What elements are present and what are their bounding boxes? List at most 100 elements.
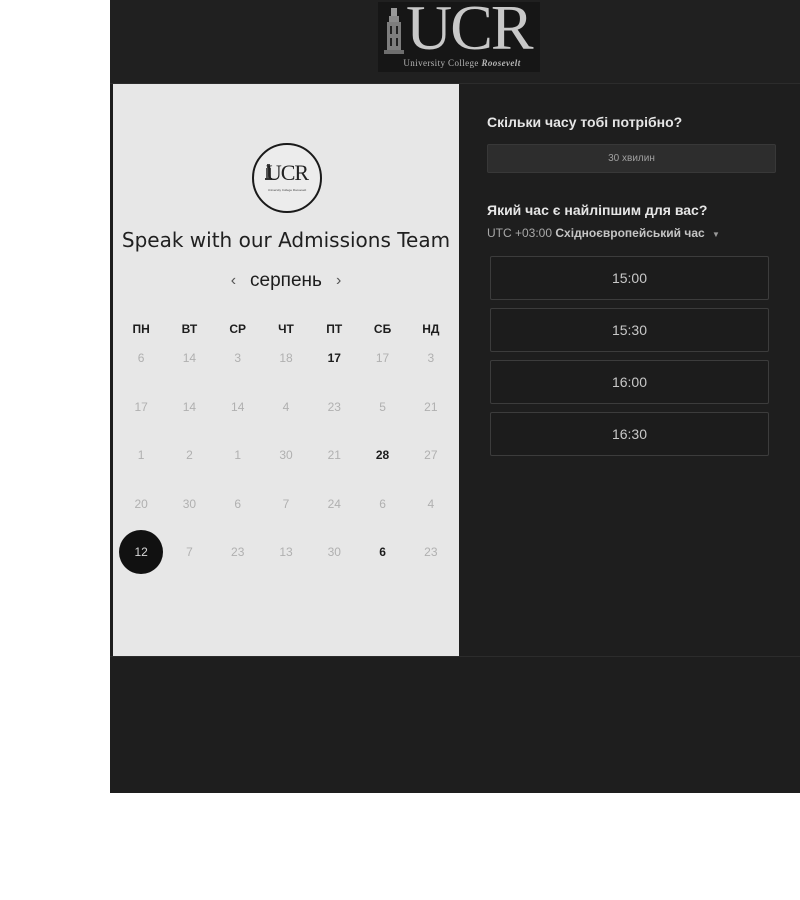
tower-icon	[384, 8, 404, 54]
day-number: 3	[234, 351, 242, 366]
day-number: 1	[137, 448, 145, 463]
day-number: 2	[186, 448, 193, 463]
chevron-right-icon[interactable]: ›	[332, 272, 345, 290]
day-number: 5	[379, 399, 386, 414]
calendar-day: 4	[262, 383, 310, 432]
calendar-day-selected[interactable]: 12	[117, 528, 165, 577]
calendar-day: 23	[407, 528, 455, 577]
day-number: 21	[327, 448, 341, 463]
duration-question: Скільки часу тобі потрібно?	[487, 114, 683, 130]
event-title: Speak with our Admissions Team	[121, 228, 451, 252]
calendar-day: 14	[165, 383, 213, 432]
duration-button[interactable]: 30 хвилин	[487, 144, 776, 173]
calendar-day[interactable]: 6	[358, 528, 406, 577]
calendar-days: 6 14 3 18 17 17 3 17 14 14 4 23 5 21 1 2 1 30 21 28 27 20 30 6 7…	[117, 334, 455, 577]
day-number: 7	[186, 545, 193, 560]
day-number: 3	[427, 351, 435, 366]
calendar-day: 4	[407, 480, 455, 529]
logo-subtitle: University College Roosevelt	[403, 58, 521, 68]
day-number: 6	[379, 496, 386, 511]
time-slot-button[interactable]: 16:00	[490, 360, 769, 404]
day-number: 30	[327, 545, 341, 560]
calendar-day: 2	[165, 431, 213, 480]
event-logo-subtitle: University College Roosevelt	[267, 188, 307, 192]
timezone-offset: UTC +03:00	[487, 226, 553, 240]
calendar-day[interactable]: 28	[358, 431, 406, 480]
calendar-panel: UCR University College Roosevelt Speak w…	[113, 84, 459, 656]
calendar-day: 6	[214, 480, 262, 529]
event-logo: UCR University College Roosevelt	[252, 143, 322, 213]
calendar-day: 13	[262, 528, 310, 577]
calendar-day: 30	[310, 528, 358, 577]
day-number: 14	[182, 351, 197, 366]
header-bar: UCR University College Roosevelt	[110, 0, 800, 84]
time-slot-button[interactable]: 16:30	[490, 412, 769, 456]
day-number: 14	[182, 399, 197, 414]
day-number: 27	[424, 448, 438, 463]
chevron-left-icon[interactable]: ‹	[227, 272, 240, 290]
calendar-day: 21	[407, 383, 455, 432]
calendar-day: 20	[117, 480, 165, 529]
day-number: 4	[427, 496, 435, 511]
day-number: 24	[327, 496, 341, 511]
calendar-day: 1	[214, 431, 262, 480]
day-number: 12	[134, 545, 148, 560]
day-number: 6	[234, 496, 242, 511]
time-slot-button[interactable]: 15:00	[490, 256, 769, 300]
calendar-day: 17	[117, 383, 165, 432]
time-slot-button[interactable]: 15:30	[490, 308, 769, 352]
month-label: серпень	[250, 270, 322, 291]
calendar-day: 14	[165, 334, 213, 383]
calendar-day: 3	[407, 334, 455, 383]
calendar-day: 7	[262, 480, 310, 529]
day-number: 18	[279, 351, 293, 366]
day-number: 23	[424, 545, 438, 560]
day-number: 17	[375, 351, 390, 366]
time-question: Який час є найліпшим для вас?	[487, 202, 708, 218]
calendar-day: 7	[165, 528, 213, 577]
calendar-day: 23	[310, 383, 358, 432]
booking-widget: UCR University College Roosevelt UCR Uni…	[110, 0, 800, 793]
calendar-day: 30	[262, 431, 310, 480]
calendar-day: 23	[214, 528, 262, 577]
booking-panel: Скільки часу тобі потрібно? 30 хвилин Як…	[459, 84, 800, 656]
day-number: 17	[327, 351, 341, 366]
timezone-name: Східноєвропейський час	[555, 226, 705, 240]
timezone-selector[interactable]: UTC +03:00 Східноєвропейський час ▼	[487, 226, 720, 240]
day-number: 13	[279, 545, 293, 560]
event-logo-text: UCR	[265, 160, 309, 185]
day-number: 21	[424, 399, 438, 414]
calendar-day: 5	[358, 383, 406, 432]
caret-down-icon: ▼	[712, 230, 720, 239]
day-number: 1	[234, 448, 242, 463]
day-number: 30	[182, 496, 197, 511]
day-number: 23	[231, 545, 245, 560]
calendar-day: 27	[407, 431, 455, 480]
day-number: 20	[134, 496, 148, 511]
footer-area	[110, 656, 800, 793]
calendar-day: 18	[262, 334, 310, 383]
month-navigation: ‹ серпень ›	[113, 269, 459, 293]
day-number: 17	[134, 399, 148, 414]
calendar-day: 24	[310, 480, 358, 529]
day-number: 7	[282, 496, 290, 511]
day-number: 6	[137, 351, 145, 366]
day-number: 6	[379, 545, 386, 560]
calendar-day: 6	[358, 480, 406, 529]
day-number: 28	[375, 448, 390, 463]
calendar-day: 17	[358, 334, 406, 383]
calendar-day: 14	[214, 383, 262, 432]
ucr-logo: UCR University College Roosevelt	[378, 0, 540, 72]
day-number: 14	[231, 399, 245, 414]
calendar-day: 6	[117, 334, 165, 383]
calendar-day: 1	[117, 431, 165, 480]
calendar-day: 3	[214, 334, 262, 383]
time-slots: 15:00 15:30 16:00 16:30	[490, 256, 769, 464]
day-number: 4	[282, 399, 290, 414]
logo-text: UCR	[406, 0, 534, 63]
calendar-day[interactable]: 17	[310, 334, 358, 383]
calendar-day: 30	[165, 480, 213, 529]
day-number: 23	[327, 399, 341, 414]
day-number: 30	[279, 448, 293, 463]
calendar-day: 21	[310, 431, 358, 480]
